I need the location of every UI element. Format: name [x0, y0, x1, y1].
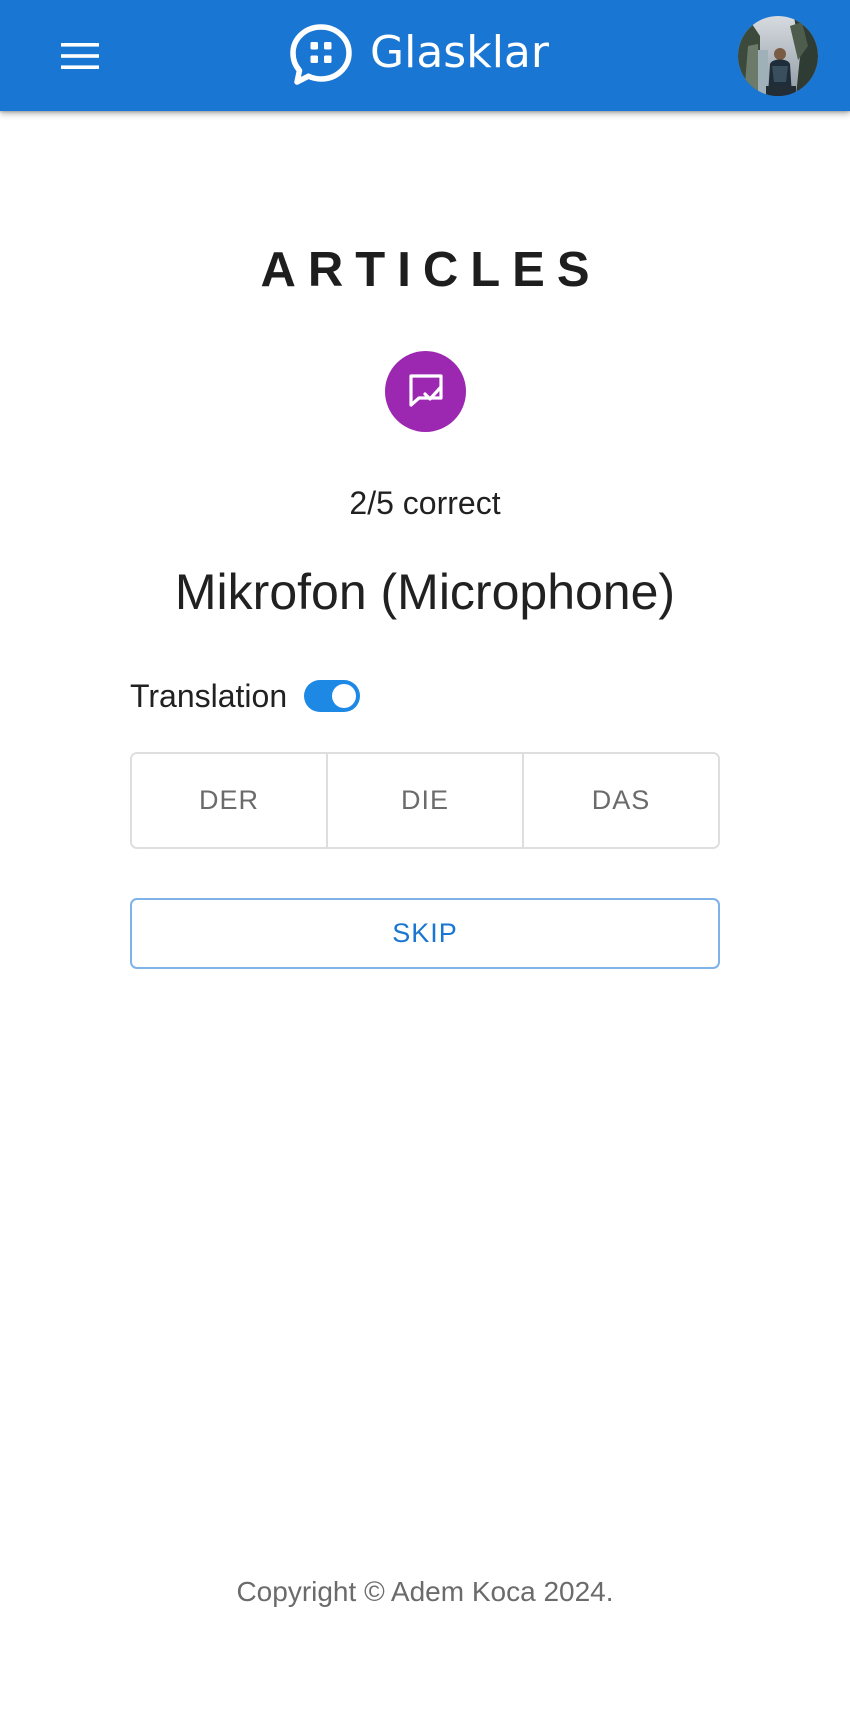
copyright-footer: Copyright © Adem Koca 2024. — [236, 1576, 614, 1607]
translation-label: Translation — [130, 678, 288, 714]
quiz-feedback-icon — [385, 351, 466, 432]
page-title: ARTICLES — [260, 243, 602, 297]
translation-toggle[interactable] — [304, 680, 361, 712]
menu-button[interactable] — [46, 25, 114, 87]
answer-das-button[interactable]: DAS — [522, 754, 718, 847]
skip-button[interactable]: SKIP — [130, 898, 720, 969]
menu-icon — [61, 43, 99, 69]
chat-bubble-logo-icon — [290, 24, 352, 85]
brand[interactable]: Glasklar — [288, 20, 549, 90]
score-text: 2/5 correct — [349, 485, 501, 521]
brand-name: Glasklar — [370, 27, 549, 78]
user-avatar[interactable] — [738, 16, 818, 96]
translation-setting: Translation — [130, 674, 361, 718]
answer-der-button[interactable]: DER — [132, 754, 326, 847]
quiz-word: Mikrofon (Microphone) — [174, 564, 676, 620]
answer-die-button[interactable]: DIE — [326, 754, 522, 847]
toggle-knob — [332, 684, 357, 708]
app-bar: Glasklar — [0, 0, 850, 111]
article-answer-group: DER DIE DAS — [130, 752, 720, 849]
feedback-check-icon — [408, 373, 443, 407]
avatar-photo — [738, 16, 818, 96]
